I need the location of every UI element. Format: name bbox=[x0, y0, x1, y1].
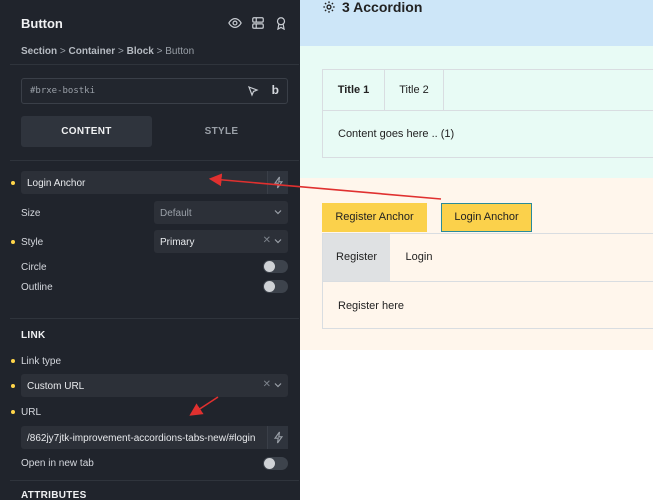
tab-style[interactable]: STYLE bbox=[156, 116, 287, 147]
register-anchor-button[interactable]: Register Anchor bbox=[322, 203, 427, 232]
breadcrumb-current: Button bbox=[165, 46, 195, 57]
breadcrumb-block[interactable]: Block bbox=[127, 46, 154, 57]
tab-content[interactable]: CONTENT bbox=[21, 116, 152, 147]
section-title-text: 3 Accordion bbox=[342, 0, 423, 15]
login-anchor-button[interactable]: Login Anchor bbox=[441, 203, 532, 232]
breadcrumb-separator: > bbox=[156, 46, 163, 57]
link-type-label: Link type bbox=[21, 356, 62, 367]
divider bbox=[323, 110, 653, 111]
size-label: Size bbox=[21, 208, 41, 219]
tab-title-1[interactable]: Title 1 bbox=[323, 70, 385, 111]
toggle-knob bbox=[264, 261, 275, 272]
toggle-knob bbox=[264, 458, 275, 469]
button-text-field[interactable]: Login Anchor bbox=[21, 171, 288, 194]
tab-register[interactable]: Register bbox=[323, 234, 390, 281]
element-id-value: #brxe-bostki bbox=[30, 86, 96, 96]
divider bbox=[10, 480, 299, 481]
tabs-widget-2: Register Login Register here bbox=[322, 233, 653, 329]
preview-canvas: 3 Accordion Title 1 Title 2 Content goes… bbox=[300, 0, 653, 500]
divider bbox=[323, 281, 653, 282]
section-title: 3 Accordion bbox=[322, 0, 422, 15]
panel-title: Button bbox=[21, 16, 63, 31]
link-type-value: Custom URL bbox=[27, 381, 85, 392]
bolt-icon bbox=[273, 431, 284, 444]
divider bbox=[10, 160, 299, 161]
modified-dot bbox=[11, 359, 15, 363]
url-input[interactable]: /862jy7jtk-improvement-accordions-tabs-n… bbox=[21, 426, 288, 449]
link-section-title[interactable]: LINK bbox=[21, 330, 46, 341]
panel-header: Button Section > Container > Block > But… bbox=[0, 0, 300, 64]
modified-dot bbox=[11, 410, 15, 414]
builder-panel: Button Section > Container > Block > But… bbox=[0, 0, 300, 500]
panel-header-icons bbox=[228, 16, 288, 30]
tab-login[interactable]: Login bbox=[390, 234, 448, 281]
attributes-section-title[interactable]: ATTRIBUTES bbox=[21, 490, 87, 500]
breadcrumb-section[interactable]: Section bbox=[21, 46, 57, 57]
button-text-value: Login Anchor bbox=[27, 178, 86, 189]
tab-content-text: Content goes here .. (1) bbox=[338, 128, 455, 140]
bold-b-icon[interactable]: b bbox=[272, 83, 279, 97]
outline-toggle[interactable] bbox=[263, 280, 288, 293]
circle-label: Circle bbox=[21, 262, 47, 273]
clear-icon[interactable]: ✕ bbox=[263, 235, 271, 246]
chevron-down-icon bbox=[274, 210, 282, 215]
modified-dot bbox=[11, 384, 15, 388]
style-label: Style bbox=[21, 237, 44, 248]
chevron-down-icon bbox=[274, 383, 282, 388]
divider bbox=[10, 64, 299, 65]
modified-dot bbox=[11, 240, 15, 244]
open-new-tab-toggle[interactable] bbox=[263, 457, 288, 470]
circle-toggle[interactable] bbox=[263, 260, 288, 273]
open-new-tab-label: Open in new tab bbox=[21, 458, 94, 469]
tabs-widget: Title 1 Title 2 Content goes here .. (1) bbox=[322, 69, 653, 158]
size-value: Default bbox=[160, 208, 192, 219]
tab-title-2[interactable]: Title 2 bbox=[385, 70, 444, 111]
breadcrumb-separator: > bbox=[117, 46, 124, 57]
modified-dot bbox=[11, 181, 15, 185]
outline-label: Outline bbox=[21, 282, 53, 293]
eye-icon[interactable] bbox=[228, 16, 242, 30]
breadcrumb-separator: > bbox=[59, 46, 66, 57]
url-value: /862jy7jtk-improvement-accordions-tabs-n… bbox=[27, 433, 256, 444]
url-label: URL bbox=[21, 407, 42, 418]
layout-icon[interactable] bbox=[251, 16, 265, 30]
style-select[interactable]: Primary ✕ bbox=[154, 230, 288, 253]
divider bbox=[10, 318, 299, 319]
style-value: Primary bbox=[160, 237, 195, 248]
bolt-icon bbox=[273, 176, 284, 189]
clear-icon[interactable]: ✕ bbox=[263, 379, 271, 390]
breadcrumb: Section > Container > Block > Button bbox=[21, 46, 194, 57]
gear-icon bbox=[323, 1, 335, 13]
badge-icon[interactable] bbox=[274, 16, 288, 30]
cursor-pointer-icon[interactable] bbox=[247, 85, 259, 97]
size-select[interactable]: Default bbox=[154, 201, 288, 224]
toggle-knob bbox=[264, 281, 275, 292]
dynamic-data-button[interactable] bbox=[267, 426, 288, 449]
section-header: 3 Accordion bbox=[300, 0, 653, 46]
register-content-text: Register here bbox=[338, 300, 405, 312]
dynamic-data-button[interactable] bbox=[267, 171, 288, 194]
breadcrumb-container[interactable]: Container bbox=[69, 46, 116, 57]
element-id-field[interactable]: #brxe-bostki b bbox=[21, 78, 288, 104]
link-type-select[interactable]: Custom URL ✕ bbox=[21, 374, 288, 397]
chevron-down-icon bbox=[274, 239, 282, 244]
